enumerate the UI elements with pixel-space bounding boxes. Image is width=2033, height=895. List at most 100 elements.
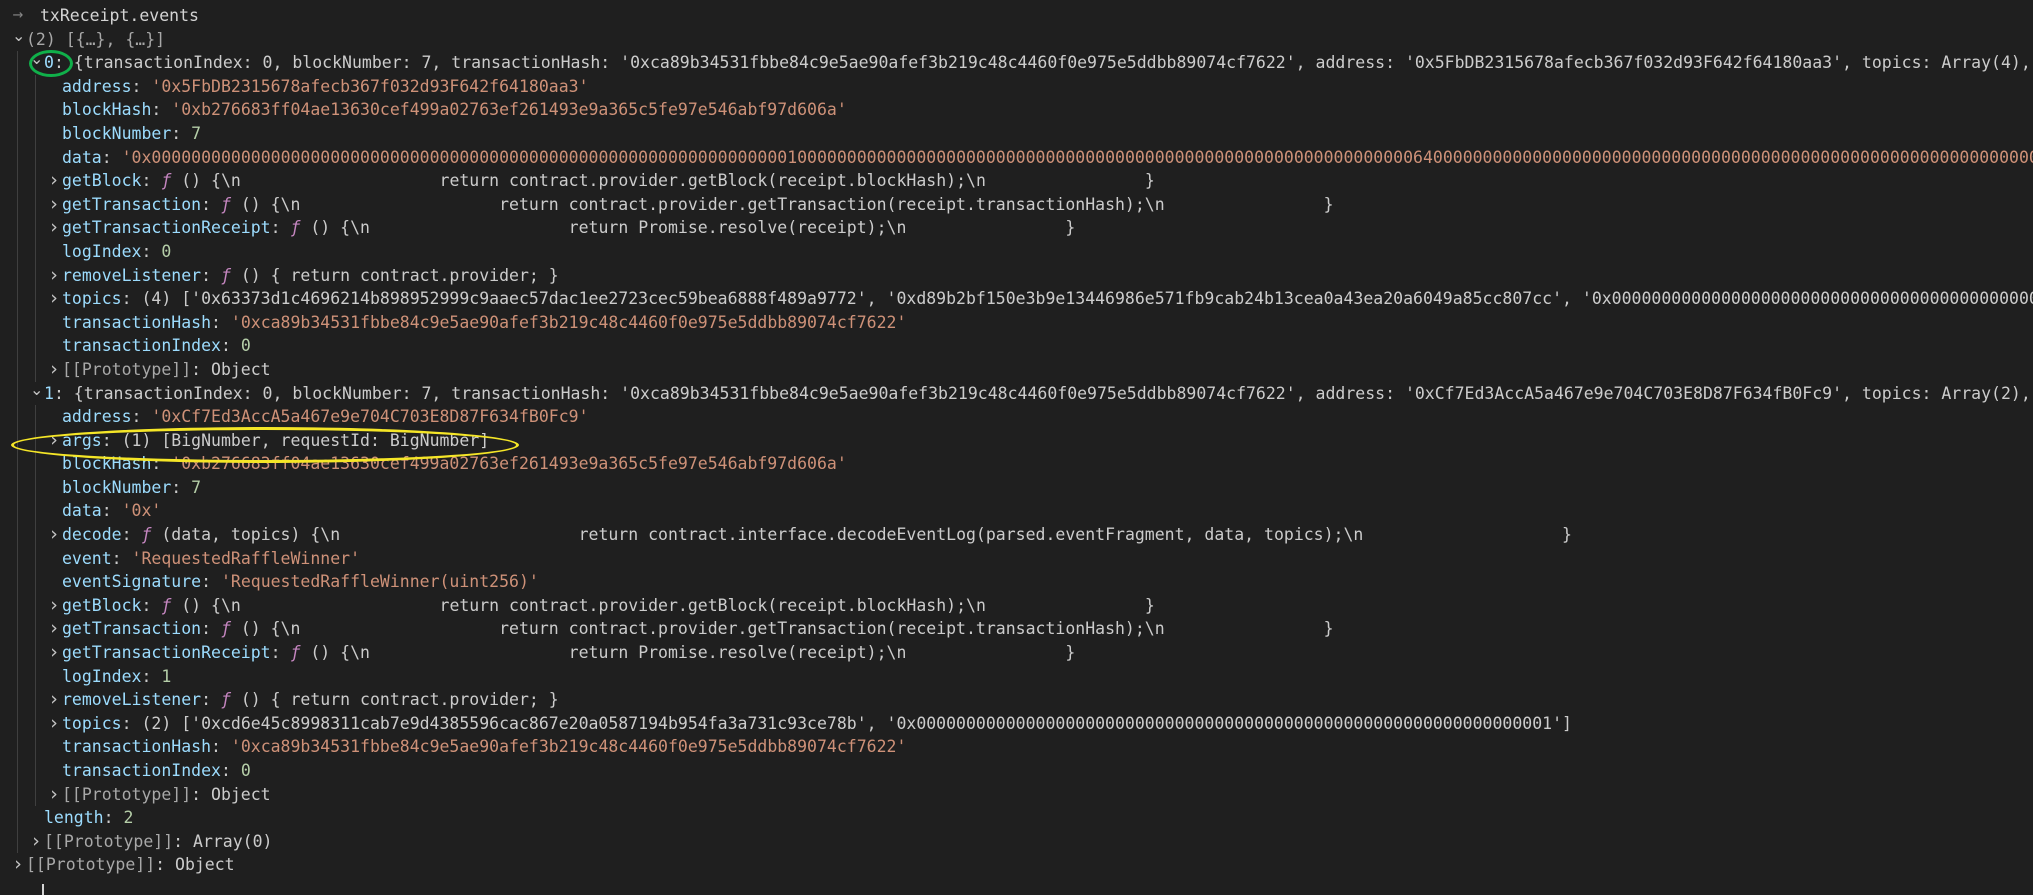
function-glyph: ƒ xyxy=(141,525,152,545)
console-row[interactable]: › getTransaction: ƒ () {\n return contrac… xyxy=(0,192,2033,217)
chevron-right-icon[interactable]: › xyxy=(48,783,60,807)
row-content: getBlock: ƒ () {\n return contract.provi… xyxy=(62,169,1155,193)
value-text: () { return contract.provider; } xyxy=(230,690,559,710)
console-row[interactable]: ⌄ 0: {transactionIndex: 0, blockNumber: 7… xyxy=(0,51,2033,75)
chevron-right-icon[interactable]: › xyxy=(48,641,60,665)
property-key: getTransaction xyxy=(62,194,202,214)
indent-guide xyxy=(17,475,18,500)
indent-guide xyxy=(35,121,36,146)
indent-guide xyxy=(17,334,18,358)
chevron-right-icon[interactable]: › xyxy=(48,429,60,453)
indent-guide xyxy=(35,452,36,476)
value-text: : xyxy=(220,761,241,780)
row-content: transactionHash: '0xca89b34531fbbe84c9e5… xyxy=(62,311,906,335)
number-value: 0 xyxy=(240,761,251,780)
chevron-right-icon[interactable]: › xyxy=(48,169,60,193)
row-content: getTransactionReceipt: ƒ () {\n return P… xyxy=(62,641,1075,665)
string-value: 'RequestedRaffleWinner(uint256)' xyxy=(220,572,539,592)
row-content: data: '0x' xyxy=(62,499,161,523)
console-row[interactable]: › args: (1) [BigNumber, requestId: BigNum… xyxy=(0,428,2033,453)
row-content: getBlock: ƒ () {\n return contract.provi… xyxy=(62,594,1155,618)
indent-guide xyxy=(17,357,18,382)
chevron-down-icon[interactable]: ⌄ xyxy=(30,51,43,75)
console-row[interactable]: ⌄ 1: {transactionIndex: 0, blockNumber: 7… xyxy=(0,381,2033,406)
property-key: removeListener xyxy=(62,265,202,285)
indent-guide xyxy=(35,570,36,594)
console-row[interactable]: › [[Prototype]]: Object xyxy=(0,782,2033,807)
property-key: args xyxy=(62,430,102,450)
row-content: transactionIndex: 0 xyxy=(62,334,251,358)
property-key: (2) [{…}, {…}] xyxy=(26,29,166,49)
console-row: event: 'RequestedRaffleWinner' xyxy=(0,546,2033,571)
console-row: eventSignature: 'RequestedRaffleWinner(u… xyxy=(0,570,2033,594)
chevron-right-icon[interactable]: › xyxy=(30,830,42,854)
indent-guide xyxy=(35,664,36,689)
number-value: 7 xyxy=(191,477,202,497)
property-key: blockNumber xyxy=(62,123,172,143)
property-key: [[Prototype]] xyxy=(62,359,192,379)
indent-guide xyxy=(17,523,18,547)
chevron-right-icon[interactable]: › xyxy=(48,712,60,736)
row-content: [[Prototype]]: Object xyxy=(26,853,235,877)
chevron-right-icon[interactable]: › xyxy=(48,688,60,712)
value-text: : xyxy=(151,454,172,474)
console-row[interactable]: › [[Prototype]]: Object xyxy=(0,357,2033,382)
chevron-right-icon[interactable]: › xyxy=(48,523,60,547)
indent-guide xyxy=(17,263,18,288)
row-content: blockNumber: 7 xyxy=(62,476,201,500)
input-caret[interactable] xyxy=(42,884,44,895)
value-text: : xyxy=(131,407,152,427)
indent-guide xyxy=(35,735,36,759)
value-text: () {\n return Promise.resolve(receipt);\… xyxy=(300,218,1076,238)
chevron-right-icon[interactable]: › xyxy=(12,853,24,877)
chevron-right-icon[interactable]: › xyxy=(48,193,60,217)
property-key: getTransactionReceipt xyxy=(62,643,271,663)
console-row[interactable]: › [[Prototype]]: Array(0) xyxy=(0,829,2033,854)
console-row[interactable]: › getTransaction: ƒ () {\n return contrac… xyxy=(0,617,2033,642)
value-text: : xyxy=(201,619,221,639)
chevron-right-icon[interactable]: › xyxy=(48,216,60,240)
value-text: () {\n return Promise.resolve(receipt);\… xyxy=(300,643,1076,663)
console-row[interactable]: › topics: (2) ['0xcd6e45c8998311cab7e9d43… xyxy=(0,711,2033,736)
value-text: : xyxy=(141,171,162,191)
property-key: decode xyxy=(62,525,122,545)
console-row[interactable]: › getBlock: ƒ () {\n return contract.prov… xyxy=(0,593,2033,618)
console-row: → txReceipt.events xyxy=(0,4,2033,28)
indent-guide xyxy=(35,782,36,807)
console-row[interactable]: › decode: ƒ (data, topics) {\n return con… xyxy=(0,523,2033,547)
chevron-right-icon[interactable]: › xyxy=(48,617,60,641)
function-glyph: ƒ xyxy=(220,690,231,710)
value-text: : xyxy=(201,265,221,285)
indent-guide xyxy=(35,192,36,217)
row-content: 0: {transactionIndex: 0, blockNumber: 7,… xyxy=(44,51,2033,75)
console-row[interactable]: › getBlock: ƒ () {\n return contract.prov… xyxy=(0,169,2033,193)
chevron-down-icon[interactable]: ⌄ xyxy=(30,382,43,406)
console-row[interactable]: › getTransactionReceipt: ƒ () {\n return … xyxy=(0,641,2033,665)
indent-guide xyxy=(17,381,18,406)
property-key: getBlock xyxy=(62,595,142,615)
property-key: [[Prototype]] xyxy=(44,831,174,851)
row-content: removeListener: ƒ () { return contract.p… xyxy=(62,264,559,288)
indent-guide xyxy=(17,310,18,335)
chevron-right-icon[interactable]: › xyxy=(48,358,60,382)
value-text: : Array(0) xyxy=(173,831,273,851)
value-text: : xyxy=(141,595,162,615)
chevron-right-icon[interactable]: › xyxy=(48,287,60,311)
row-content: getTransactionReceipt: ƒ () {\n return P… xyxy=(62,216,1075,240)
console-row[interactable]: ⌄ (2) [{…}, {…}] xyxy=(0,28,2033,52)
row-content: getTransaction: ƒ () {\n return contract… xyxy=(62,617,1334,641)
console-row: logIndex: 1 xyxy=(0,664,2033,689)
chevron-right-icon[interactable]: › xyxy=(48,594,60,618)
console-row[interactable]: › removeListener: ƒ () { return contract.… xyxy=(0,263,2033,288)
row-content: blockHash: '0xb276683ff04ae13630cef499a0… xyxy=(62,98,847,122)
string-value: 'RequestedRaffleWinner' xyxy=(131,548,361,568)
console-row: blockNumber: 7 xyxy=(0,121,2033,146)
chevron-right-icon[interactable]: › xyxy=(48,264,60,288)
function-glyph: ƒ xyxy=(220,265,231,285)
console-row: address: '0x5FbDB2315678afecb367f032d93F… xyxy=(0,74,2033,99)
console-row[interactable]: › topics: (4) ['0x63373d1c4696214b8989529… xyxy=(0,287,2033,311)
console-row[interactable]: › getTransactionReceipt: ƒ () {\n return … xyxy=(0,216,2033,240)
console-row[interactable]: › removeListener: ƒ () { return contract.… xyxy=(0,688,2033,712)
chevron-down-icon[interactable]: ⌄ xyxy=(12,28,25,52)
console-row[interactable]: › [[Prototype]]: Object xyxy=(0,853,2033,877)
